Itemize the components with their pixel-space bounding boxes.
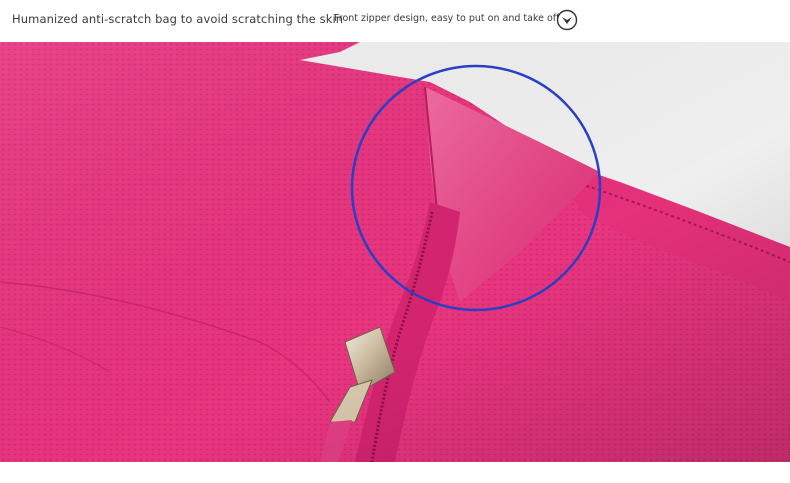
- caption-front-zipper: Front zipper design, easy to put on and …: [334, 13, 560, 24]
- product-photo: [0, 42, 790, 462]
- chevron-down-circle-icon: [556, 9, 578, 31]
- caption-anti-scratch: Humanized anti-scratch bag to avoid scra…: [12, 12, 344, 26]
- footer-space: [0, 462, 790, 483]
- header-bar: Humanized anti-scratch bag to avoid scra…: [0, 0, 790, 42]
- fabric-closeup-image: [0, 42, 790, 462]
